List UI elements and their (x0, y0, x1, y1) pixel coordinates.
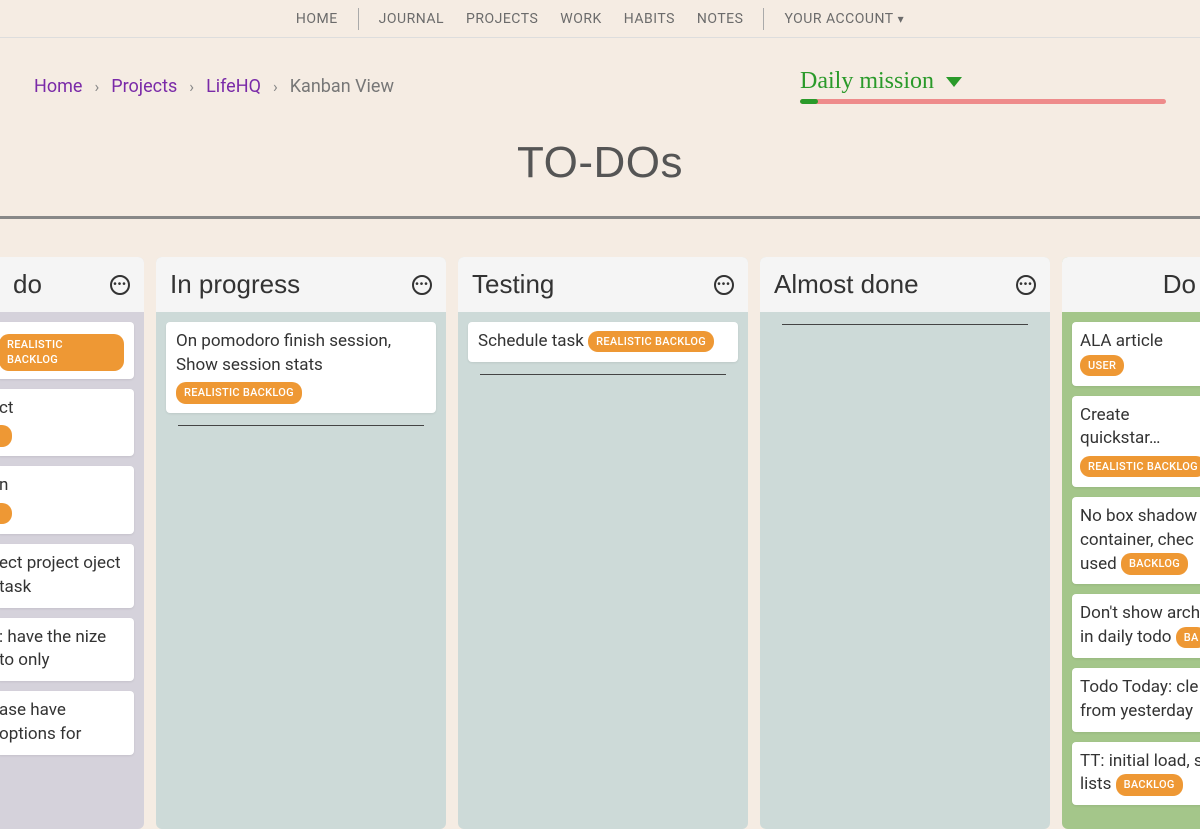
card-text: ect project oject task (0, 553, 121, 597)
card-tag: BACKLOG (1121, 553, 1188, 574)
kanban-card[interactable]: : have the nize to only (0, 618, 134, 682)
card-text: Schedule task (478, 331, 584, 351)
column-title: In progress (170, 269, 300, 300)
kanban-card[interactable]: On pomodoro finish session, Show session… (166, 322, 436, 413)
card-text: : have the nize to only (0, 627, 106, 671)
card-tag (0, 503, 12, 524)
add-card-line[interactable] (480, 374, 726, 375)
nav-work[interactable]: WORK (558, 7, 603, 31)
column-testing: Testing ••• Schedule task REALISTIC BACK… (458, 257, 748, 829)
column-title: do (13, 269, 42, 300)
kanban-card[interactable]: REALISTIC BACKLOG (0, 322, 134, 379)
breadcrumb-home[interactable]: Home (34, 76, 82, 97)
kanban-card[interactable]: Create quickstar… REALISTIC BACKLOG (1072, 396, 1200, 487)
more-icon[interactable]: ••• (110, 275, 130, 295)
card-tag: REALISTIC BACKLOG (1080, 456, 1200, 477)
more-icon[interactable]: ••• (412, 275, 432, 295)
column-almost-done: Almost done ••• (760, 257, 1050, 829)
kanban-card[interactable]: Schedule task REALISTIC BACKLOG (468, 322, 738, 362)
column-in-progress: In progress ••• On pomodoro finish sessi… (156, 257, 446, 829)
column-done: Do ALA article USER Create quickstar… REA… (1062, 257, 1200, 829)
daily-mission-widget[interactable]: Daily mission (800, 68, 1166, 104)
page-title: TO-DOs (0, 138, 1200, 188)
column-header: In progress ••• (156, 257, 446, 312)
nav-account-dropdown[interactable]: YOUR ACCOUNT▾ (782, 7, 906, 31)
nav-separator (763, 8, 764, 30)
kanban-board: do ••• REALISTIC BACKLOG ct n ect project… (0, 216, 1200, 829)
progress-bar (800, 99, 1166, 104)
breadcrumb-lifehq[interactable]: LifeHQ (206, 76, 261, 97)
card-tag: USER (1080, 355, 1124, 376)
column-todo: do ••• REALISTIC BACKLOG ct n ect project… (0, 257, 144, 829)
nav-habits[interactable]: HABITS (622, 7, 677, 31)
card-text: ALA article (1080, 331, 1163, 351)
add-card-line[interactable] (178, 425, 424, 426)
card-text: ct (0, 398, 13, 418)
kanban-card[interactable]: ect project oject task (0, 544, 134, 608)
kanban-card[interactable]: TT: initial load, s lists BACKLOG (1072, 742, 1200, 806)
kanban-card[interactable]: Don't show arch in daily todo BA (1072, 594, 1200, 658)
nav-home[interactable]: HOME (294, 7, 340, 31)
card-text: ase have options for (0, 700, 81, 744)
column-header: do ••• (0, 257, 144, 312)
column-title: Do (1163, 269, 1196, 300)
kanban-card[interactable]: ALA article USER (1072, 322, 1200, 386)
card-tag: REALISTIC BACKLOG (176, 382, 302, 403)
kanban-card[interactable]: Todo Today: cle from yesterday (1072, 668, 1200, 732)
progress-fill (800, 99, 818, 104)
chevron-right-icon: › (273, 77, 278, 96)
breadcrumb: Home › Projects › LifeHQ › Kanban View (34, 76, 394, 97)
nav-notes[interactable]: NOTES (695, 7, 746, 31)
add-card-line[interactable] (782, 324, 1028, 325)
card-tag: BACKLOG (1116, 774, 1183, 795)
kanban-card[interactable]: ase have options for (0, 691, 134, 755)
card-text: n (0, 475, 8, 495)
page-header: Home › Projects › LifeHQ › Kanban View D… (0, 38, 1200, 104)
chevron-right-icon: › (189, 77, 194, 96)
column-header: Almost done ••• (760, 257, 1050, 312)
card-tag: BA (1176, 627, 1200, 648)
card-tag: REALISTIC BACKLOG (0, 334, 124, 371)
caret-down-icon (946, 77, 962, 87)
card-tag: REALISTIC BACKLOG (588, 331, 714, 352)
chevron-down-icon: ▾ (898, 12, 905, 26)
column-header: Testing ••• (458, 257, 748, 312)
nav-separator (358, 8, 359, 30)
chevron-right-icon: › (94, 77, 99, 96)
card-tag (0, 425, 12, 446)
breadcrumb-projects[interactable]: Projects (111, 76, 177, 97)
nav-journal[interactable]: JOURNAL (377, 7, 446, 31)
nav-projects[interactable]: PROJECTS (464, 7, 540, 31)
breadcrumb-current: Kanban View (290, 76, 394, 97)
card-text: Create quickstar… (1080, 405, 1160, 449)
column-title: Almost done (774, 269, 919, 300)
kanban-card[interactable]: ct (0, 389, 134, 457)
card-text: On pomodoro finish session, Show session… (176, 331, 391, 375)
column-header: Do (1062, 257, 1200, 312)
top-nav: HOME JOURNAL PROJECTS WORK HABITS NOTES … (0, 0, 1200, 38)
kanban-card[interactable]: n (0, 466, 134, 534)
more-icon[interactable]: ••• (714, 275, 734, 295)
card-text: Todo Today: cle from yesterday (1080, 677, 1198, 721)
more-icon[interactable]: ••• (1016, 275, 1036, 295)
kanban-card[interactable]: No box shadow container, chec used BACKL… (1072, 497, 1200, 584)
column-title: Testing (472, 269, 554, 300)
